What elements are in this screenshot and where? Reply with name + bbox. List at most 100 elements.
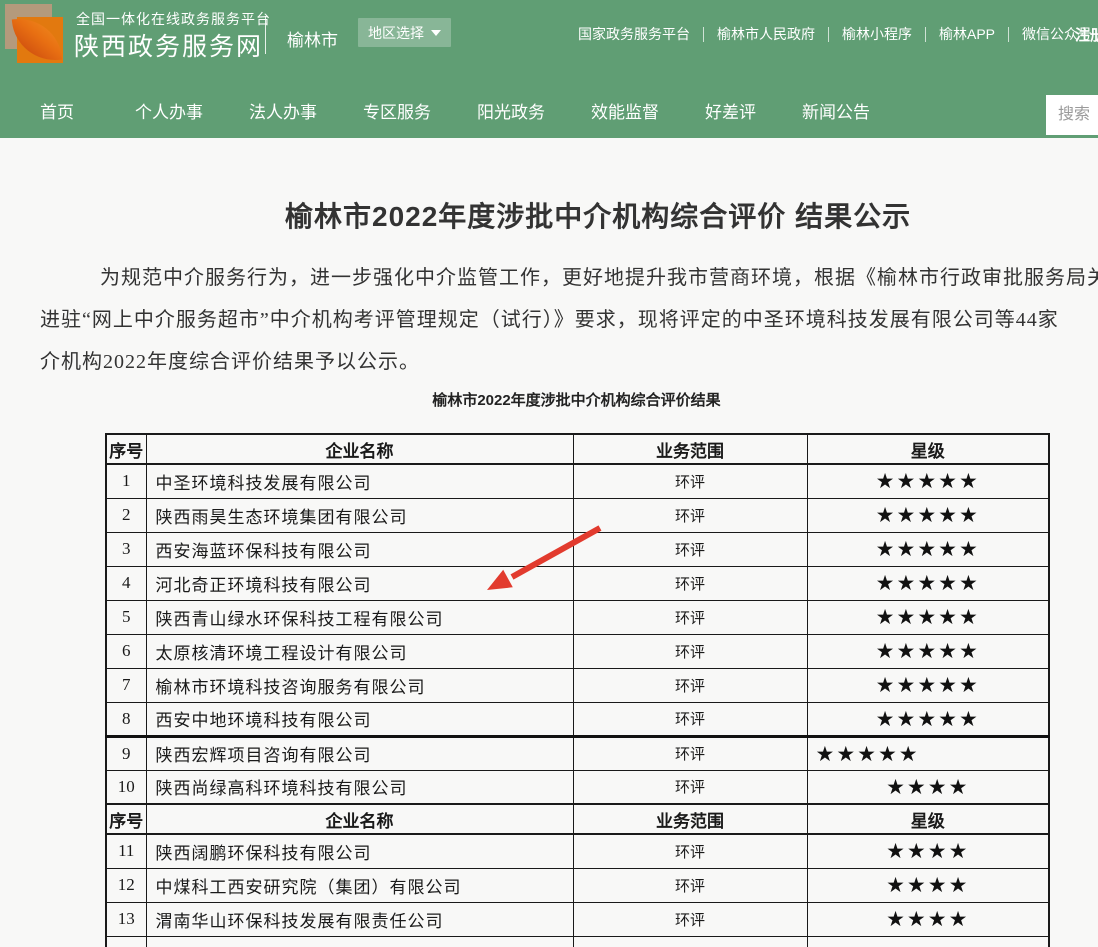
cell-index: 3	[106, 532, 146, 566]
site-name: 陕西政务服务网	[74, 27, 263, 63]
cell-index: 12	[106, 868, 146, 902]
cell-index	[106, 936, 146, 947]
link-separator	[1008, 27, 1009, 42]
register-link[interactable]: 注册	[1075, 24, 1098, 45]
column-header: 业务范围	[573, 434, 807, 464]
notice-paragraph-line3: 介机构2022年度综合评价结果予以公示。	[40, 345, 420, 374]
column-header: 序号	[106, 804, 146, 834]
region-selector-button[interactable]: 地区选择	[358, 18, 451, 47]
link-separator	[828, 27, 829, 42]
cell-business-scope	[573, 936, 807, 947]
page: 全国一体化在线政务服务平台 陕西政务服务网 榆林市 地区选择 国家政务服务平台榆…	[0, 0, 1098, 947]
cell-star-rating: ★★★★★	[807, 702, 1049, 736]
cell-business-scope: 环评	[573, 668, 807, 702]
cell-star-rating	[807, 936, 1049, 947]
table-header-row: 序号企业名称业务范围星级	[106, 434, 1049, 464]
cell-index: 7	[106, 668, 146, 702]
cell-star-rating: ★★★★	[807, 868, 1049, 902]
link-separator	[925, 27, 926, 42]
evaluation-table: 序号企业名称业务范围星级1中圣环境科技发展有限公司环评★★★★★2陕西雨昊生态环…	[105, 433, 1050, 947]
cell-index: 11	[106, 834, 146, 868]
column-header: 星级	[807, 434, 1049, 464]
cell-company-name: 河北奇正环境科技有限公司	[146, 566, 573, 600]
topbar-link[interactable]: 榆林小程序	[842, 24, 912, 44]
site-header: 全国一体化在线政务服务平台 陕西政务服务网 榆林市 地区选择 国家政务服务平台 榆…	[0, 0, 1098, 138]
cell-index: 8	[106, 702, 146, 736]
cell-business-scope: 环评	[573, 834, 807, 868]
cell-star-rating: ★★★★★	[807, 566, 1049, 600]
topbar-link[interactable]: 榆林APP	[939, 24, 995, 44]
column-header: 序号	[106, 434, 146, 464]
table-row: 10陕西尚绿高科环境科技有限公司环评★★★★	[106, 770, 1049, 804]
platform-label: 全国一体化在线政务服务平台	[76, 9, 271, 29]
column-header: 星级	[807, 804, 1049, 834]
table-row: 3西安海蓝环保科技有限公司环评★★★★★	[106, 532, 1049, 566]
column-header: 企业名称	[146, 804, 573, 834]
cell-business-scope: 环评	[573, 868, 807, 902]
nav-item[interactable]: 阳光政务	[477, 98, 545, 123]
cell-company-name: 渭南华山环保科技发展有限责任公司	[146, 902, 573, 936]
topbar-links: 国家政务服务平台榆林市人民政府榆林小程序榆林APP微信公众号	[578, 24, 1092, 44]
cell-star-rating: ★★★★★	[807, 464, 1049, 498]
search-input[interactable]	[1046, 95, 1098, 135]
cell-index: 9	[106, 736, 146, 770]
table-row: 7榆林市环境科技咨询服务有限公司环评★★★★★	[106, 668, 1049, 702]
nav-item[interactable]: 首页	[40, 98, 74, 123]
cell-company-name: 陕西阔鹏环保科技有限公司	[146, 834, 573, 868]
nav-item[interactable]: 效能监督	[591, 98, 659, 123]
table-row	[106, 936, 1049, 947]
cell-business-scope: 环评	[573, 770, 807, 804]
cell-index: 10	[106, 770, 146, 804]
nav-item[interactable]: 法人办事	[249, 98, 317, 123]
cell-index: 4	[106, 566, 146, 600]
table-row: 12中煤科工西安研究院（集团）有限公司环评★★★★	[106, 868, 1049, 902]
cell-company-name	[146, 936, 573, 947]
topbar-link[interactable]: 榆林市人民政府	[717, 24, 815, 44]
cell-star-rating: ★★★★★	[807, 600, 1049, 634]
cell-index: 13	[106, 902, 146, 936]
cell-business-scope: 环评	[573, 902, 807, 936]
site-logo-icon	[5, 4, 65, 64]
table-row: 4河北奇正环境科技有限公司环评★★★★★	[106, 566, 1049, 600]
cell-index: 5	[106, 600, 146, 634]
notice-paragraph-line2: 进驻“网上中介服务超市”中介机构考评管理规定（试行）》要求，现将评定的中圣环境科…	[40, 303, 1059, 332]
cell-company-name: 西安海蓝环保科技有限公司	[146, 532, 573, 566]
cell-company-name: 中圣环境科技发展有限公司	[146, 464, 573, 498]
cell-star-rating: ★★★★	[807, 770, 1049, 804]
cell-business-scope: 环评	[573, 566, 807, 600]
cell-business-scope: 环评	[573, 498, 807, 532]
cell-index: 2	[106, 498, 146, 532]
region-selector-label: 地区选择	[368, 23, 424, 43]
current-city-label: 榆林市	[287, 26, 338, 51]
cell-company-name: 榆林市环境科技咨询服务有限公司	[146, 668, 573, 702]
cell-business-scope: 环评	[573, 600, 807, 634]
nav-item[interactable]: 好差评	[705, 98, 756, 123]
nav-item[interactable]: 专区服务	[363, 98, 431, 123]
table-header-row: 序号企业名称业务范围星级	[106, 804, 1049, 834]
cell-star-rating: ★★★★★	[807, 668, 1049, 702]
nav-item[interactable]: 个人办事	[135, 98, 203, 123]
cell-company-name: 太原核清环境工程设计有限公司	[146, 634, 573, 668]
cell-star-rating: ★★★★	[807, 902, 1049, 936]
main-nav: 首页 个人办事 法人办事 专区服务 阳光政务 效能监督 好差评 新闻公告	[40, 98, 870, 123]
table-row: 5陕西青山绿水环保科技工程有限公司环评★★★★★	[106, 600, 1049, 634]
cell-company-name: 陕西尚绿高科环境科技有限公司	[146, 770, 573, 804]
cell-company-name: 中煤科工西安研究院（集团）有限公司	[146, 868, 573, 902]
evaluation-table-body: 序号企业名称业务范围星级1中圣环境科技发展有限公司环评★★★★★2陕西雨昊生态环…	[106, 434, 1049, 947]
topbar-link[interactable]: 国家政务服务平台	[578, 24, 690, 44]
column-header: 业务范围	[573, 804, 807, 834]
table-row: 1中圣环境科技发展有限公司环评★★★★★	[106, 464, 1049, 498]
cell-star-rating: ★★★★★	[807, 634, 1049, 668]
link-separator	[703, 27, 704, 42]
cell-star-rating: ★★★★	[807, 834, 1049, 868]
cell-company-name: 陕西青山绿水环保科技工程有限公司	[146, 600, 573, 634]
nav-item[interactable]: 新闻公告	[802, 98, 870, 123]
table-row: 13渭南华山环保科技发展有限责任公司环评★★★★	[106, 902, 1049, 936]
notice-title: 榆林市2022年度涉批中介机构综合评价 结果公示	[285, 195, 911, 235]
cell-company-name: 陕西宏辉项目咨询有限公司	[146, 736, 573, 770]
notice-paragraph-line1: 为规范中介服务行为，进一步强化中介监管工作，更好地提升我市营商环境，根据《榆林市…	[100, 261, 1098, 290]
cell-business-scope: 环评	[573, 464, 807, 498]
cell-star-rating: ★★★★★	[807, 532, 1049, 566]
table-row: 6太原核清环境工程设计有限公司环评★★★★★	[106, 634, 1049, 668]
chevron-down-icon	[431, 30, 441, 36]
